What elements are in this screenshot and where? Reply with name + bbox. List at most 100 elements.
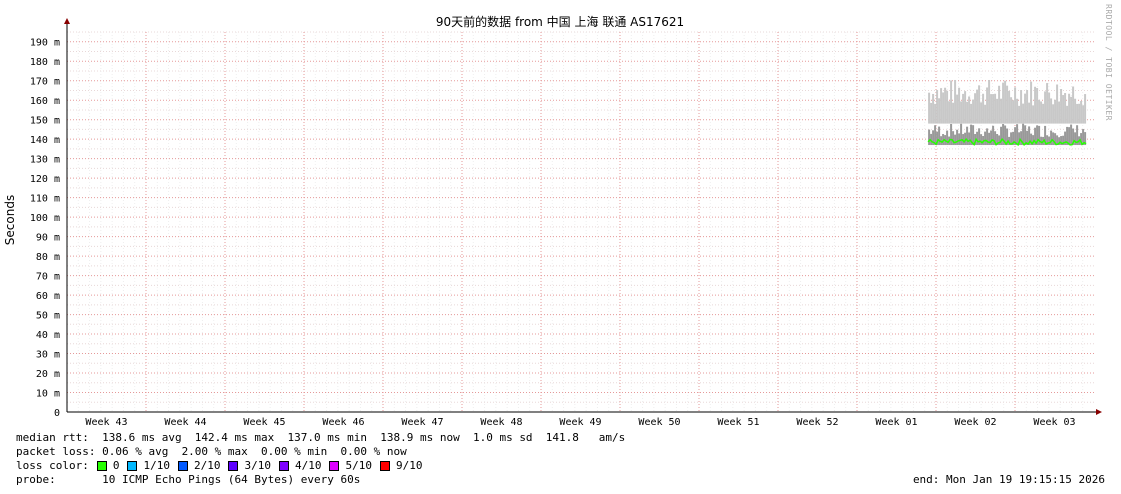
loss-color-entry-label: 1/10	[143, 459, 170, 472]
smoke-inner-bar	[968, 132, 971, 146]
smoke-outer-bar	[1042, 103, 1045, 124]
smoke-outer-bar	[966, 101, 969, 124]
x-tick-label: Week 51	[717, 417, 759, 428]
y-tick-label: 150 m	[30, 116, 60, 127]
smoke-outer-bar	[984, 104, 987, 124]
x-tick-label: Week 52	[796, 417, 838, 428]
smoke-outer-bar	[1068, 93, 1071, 124]
x-tick-label: Week 46	[322, 417, 364, 428]
smoke-inner-bar	[958, 133, 961, 146]
y-tick-label: 70 m	[36, 272, 60, 283]
y-tick-label: 160 m	[30, 96, 60, 107]
smoke-outer-bar	[1058, 101, 1061, 124]
smoke-outer-bar	[1026, 90, 1029, 124]
smoke-outer-bar	[994, 93, 997, 124]
y-tick-label: 10 m	[36, 389, 60, 400]
smoke-outer-bar	[962, 93, 965, 124]
smoke-outer-bar	[1064, 93, 1067, 124]
chart-title: 90天前的数据 from 中国 上海 联通 AS17621	[436, 14, 684, 29]
smoke-outer-bar	[954, 79, 957, 124]
loss-color-entry-label: 2/10	[193, 459, 221, 472]
smoke-outer-bar	[928, 92, 931, 124]
smoke-outer-bar	[944, 87, 947, 124]
smoke-outer-bar	[1034, 86, 1037, 124]
loss-color-swatch	[228, 460, 239, 471]
smoke-outer-bar	[1080, 100, 1083, 124]
end-timestamp: end: Mon Jan 19 19:15:15 2026	[912, 473, 1105, 486]
y-tick-label: 0	[54, 408, 60, 419]
median-rtt-stats: median rtt: 138.6 ms avg 142.4 ms max 13…	[16, 431, 626, 444]
smoke-outer-bar	[1076, 103, 1079, 124]
smoke-outer-bar	[976, 89, 979, 124]
smoke-outer-bar	[1038, 99, 1041, 124]
y-tick-label: 30 m	[36, 350, 60, 361]
smoke-outer-bar	[1004, 80, 1007, 124]
x-tick-label: Week 48	[480, 417, 522, 428]
smoke-outer-bar	[974, 93, 977, 124]
smoke-outer-bar	[1028, 102, 1031, 124]
y-tick-label: 140 m	[30, 135, 60, 146]
smoke-outer-bar	[964, 91, 967, 124]
loss-color-swatch	[278, 460, 289, 471]
x-tick-label: Week 50	[638, 417, 680, 428]
smoke-inner-bar	[950, 124, 953, 146]
smoke-outer-bar	[958, 87, 961, 124]
x-axis-arrow	[1096, 409, 1102, 415]
smoke-inner-bar	[1016, 124, 1019, 146]
y-tick-label: 180 m	[30, 57, 60, 68]
smoke-outer-bar	[1018, 105, 1021, 124]
y-tick-label: 130 m	[30, 155, 60, 166]
smoke-outer-bar	[930, 102, 933, 124]
y-tick-label: 60 m	[36, 291, 60, 302]
smoke-outer-bar	[1074, 98, 1077, 124]
smoke-outer-bar	[1002, 82, 1005, 124]
smoke-outer-bar	[1036, 88, 1039, 124]
smoke-inner-bar	[954, 134, 957, 146]
smoke-outer-bar	[938, 98, 941, 124]
smoke-outer-bar	[1020, 90, 1023, 124]
smoke-outer-bar	[998, 85, 1001, 124]
y-tick-label: 20 m	[36, 369, 60, 380]
smoke-outer-bar	[1050, 98, 1053, 124]
y-tick-label: 190 m	[30, 38, 60, 49]
y-tick-label: 90 m	[36, 233, 60, 244]
smoke-outer-bar	[1060, 89, 1063, 124]
x-tick-label: Week 45	[243, 417, 285, 428]
smoke-inner-bar	[976, 131, 979, 146]
smoke-outer-bar	[1082, 105, 1085, 124]
loss-color-swatch	[379, 460, 390, 471]
x-tick-label: Week 03	[1033, 417, 1075, 428]
loss-color-entry-label: 0	[112, 459, 120, 472]
smoke-inner-bar	[960, 123, 963, 146]
smoke-outer-bar	[1040, 101, 1043, 124]
smoke-inner-bar	[1048, 136, 1051, 146]
packet-loss-stats: packet loss: 0.06 % avg 2.00 % max 0.00 …	[16, 445, 407, 458]
smoke-outer-bar	[992, 94, 995, 124]
smoke-outer-bar	[1032, 105, 1035, 124]
smoke-outer-bar	[1016, 98, 1019, 124]
y-tick-label: 80 m	[36, 252, 60, 263]
data-series	[927, 79, 1087, 147]
smoke-outer-bar	[980, 102, 983, 124]
y-axis-arrow	[64, 18, 70, 24]
smoke-outer-bar	[996, 98, 999, 124]
smoke-outer-bar	[1084, 94, 1087, 124]
x-tick-label: Week 02	[954, 417, 996, 428]
x-tick-label: Week 44	[164, 417, 206, 428]
rrdtool-credit: RRDTOOL / TOBI OETIKER	[1104, 4, 1113, 121]
smoke-outer-bar	[960, 101, 963, 124]
smoke-outer-bar	[1052, 104, 1055, 124]
y-tick-label: 50 m	[36, 311, 60, 322]
smoke-outer-bar	[968, 96, 971, 124]
x-tick-label: Week 01	[875, 417, 917, 428]
loss-color-legend: loss color: 0 1/10 2/10 3/10 4/10 5/10 9/10	[16, 459, 422, 472]
x-tick-label: Week 47	[401, 417, 443, 428]
x-tick-label: Week 43	[85, 417, 127, 428]
smoke-outer-bar	[972, 99, 975, 124]
smoke-outer-bar	[1008, 90, 1011, 124]
smoke-inner-bar	[984, 131, 987, 146]
smoke-outer-bar	[1072, 86, 1075, 124]
latency-chart: 90天前的数据 from 中国 上海 联通 AS17621 Seconds 0 1…	[3, 14, 1102, 428]
smoke-inner-bar	[928, 129, 931, 146]
loss-color-entry-label: 4/10	[294, 459, 322, 472]
